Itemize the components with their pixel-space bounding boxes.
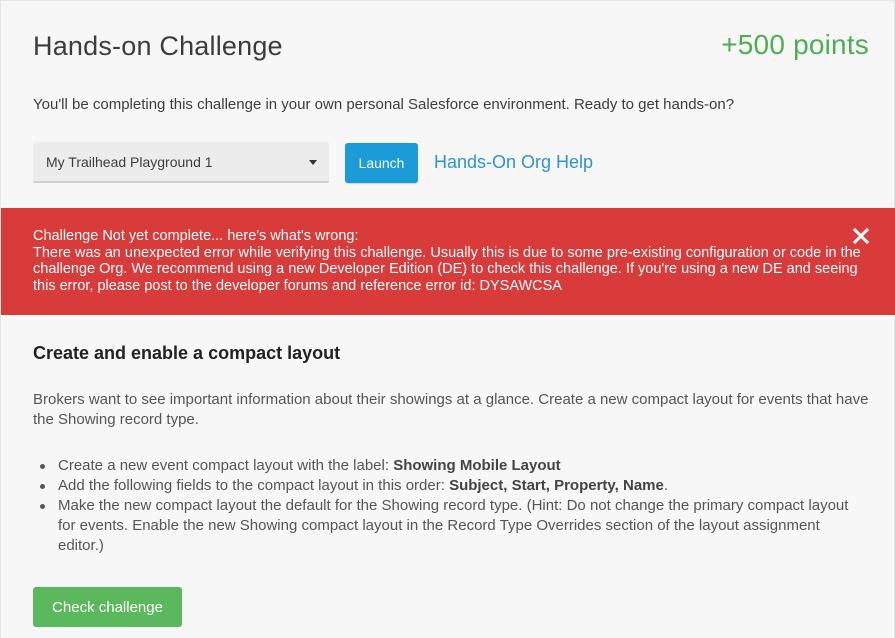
launch-button[interactable]: Launch (345, 143, 418, 183)
challenge-header: Hands-on Challenge +500 points (33, 29, 869, 65)
list-item-text: Add the following fields to the compact … (58, 477, 450, 494)
error-heading: Challenge Not yet complete... here's wha… (33, 228, 359, 244)
points-label: +500 points (721, 29, 869, 60)
org-select-value: My Trailhead Playground 1 (46, 154, 213, 170)
list-item-text: Create a new event compact layout with t… (58, 457, 394, 474)
launch-controls: My Trailhead Playground 1 Launch Hands-O… (33, 141, 869, 185)
list-item-suffix: . (663, 477, 669, 494)
list-item: Add the following fields to the compact … (33, 476, 869, 496)
challenge-title: Hands-on Challenge (33, 31, 283, 61)
task-list: Create a new event compact layout with t… (33, 456, 869, 556)
error-message: There was an unexpected error while veri… (33, 244, 861, 294)
bullet-icon (40, 484, 45, 489)
list-item-bold: Showing Mobile Layout (393, 457, 561, 474)
org-select-dropdown[interactable]: My Trailhead Playground 1 (33, 142, 329, 183)
close-icon[interactable] (852, 227, 870, 245)
error-banner: Challenge Not yet complete... here's wha… (1, 208, 895, 315)
challenge-card: Hands-on Challenge +500 points You'll be… (0, 0, 895, 638)
caret-down-icon (309, 160, 317, 165)
bullet-icon (40, 464, 45, 469)
error-text: Challenge Not yet complete... here's wha… (33, 228, 863, 294)
list-item-bold: Subject, Start, Property, Name (449, 477, 664, 494)
check-challenge-button[interactable]: Check challenge (33, 587, 182, 627)
challenge-intro: You'll be completing this challenge in y… (33, 96, 735, 113)
hands-on-org-help-link[interactable]: Hands-On Org Help (434, 152, 593, 173)
task-title: Create and enable a compact layout (33, 343, 341, 363)
list-item-text: Make the new compact layout the default … (58, 497, 849, 554)
list-item: Make the new compact layout the default … (33, 496, 869, 556)
list-item: Create a new event compact layout with t… (33, 456, 869, 476)
bullet-icon (40, 504, 45, 509)
task-description: Brokers want to see important informatio… (33, 391, 869, 428)
